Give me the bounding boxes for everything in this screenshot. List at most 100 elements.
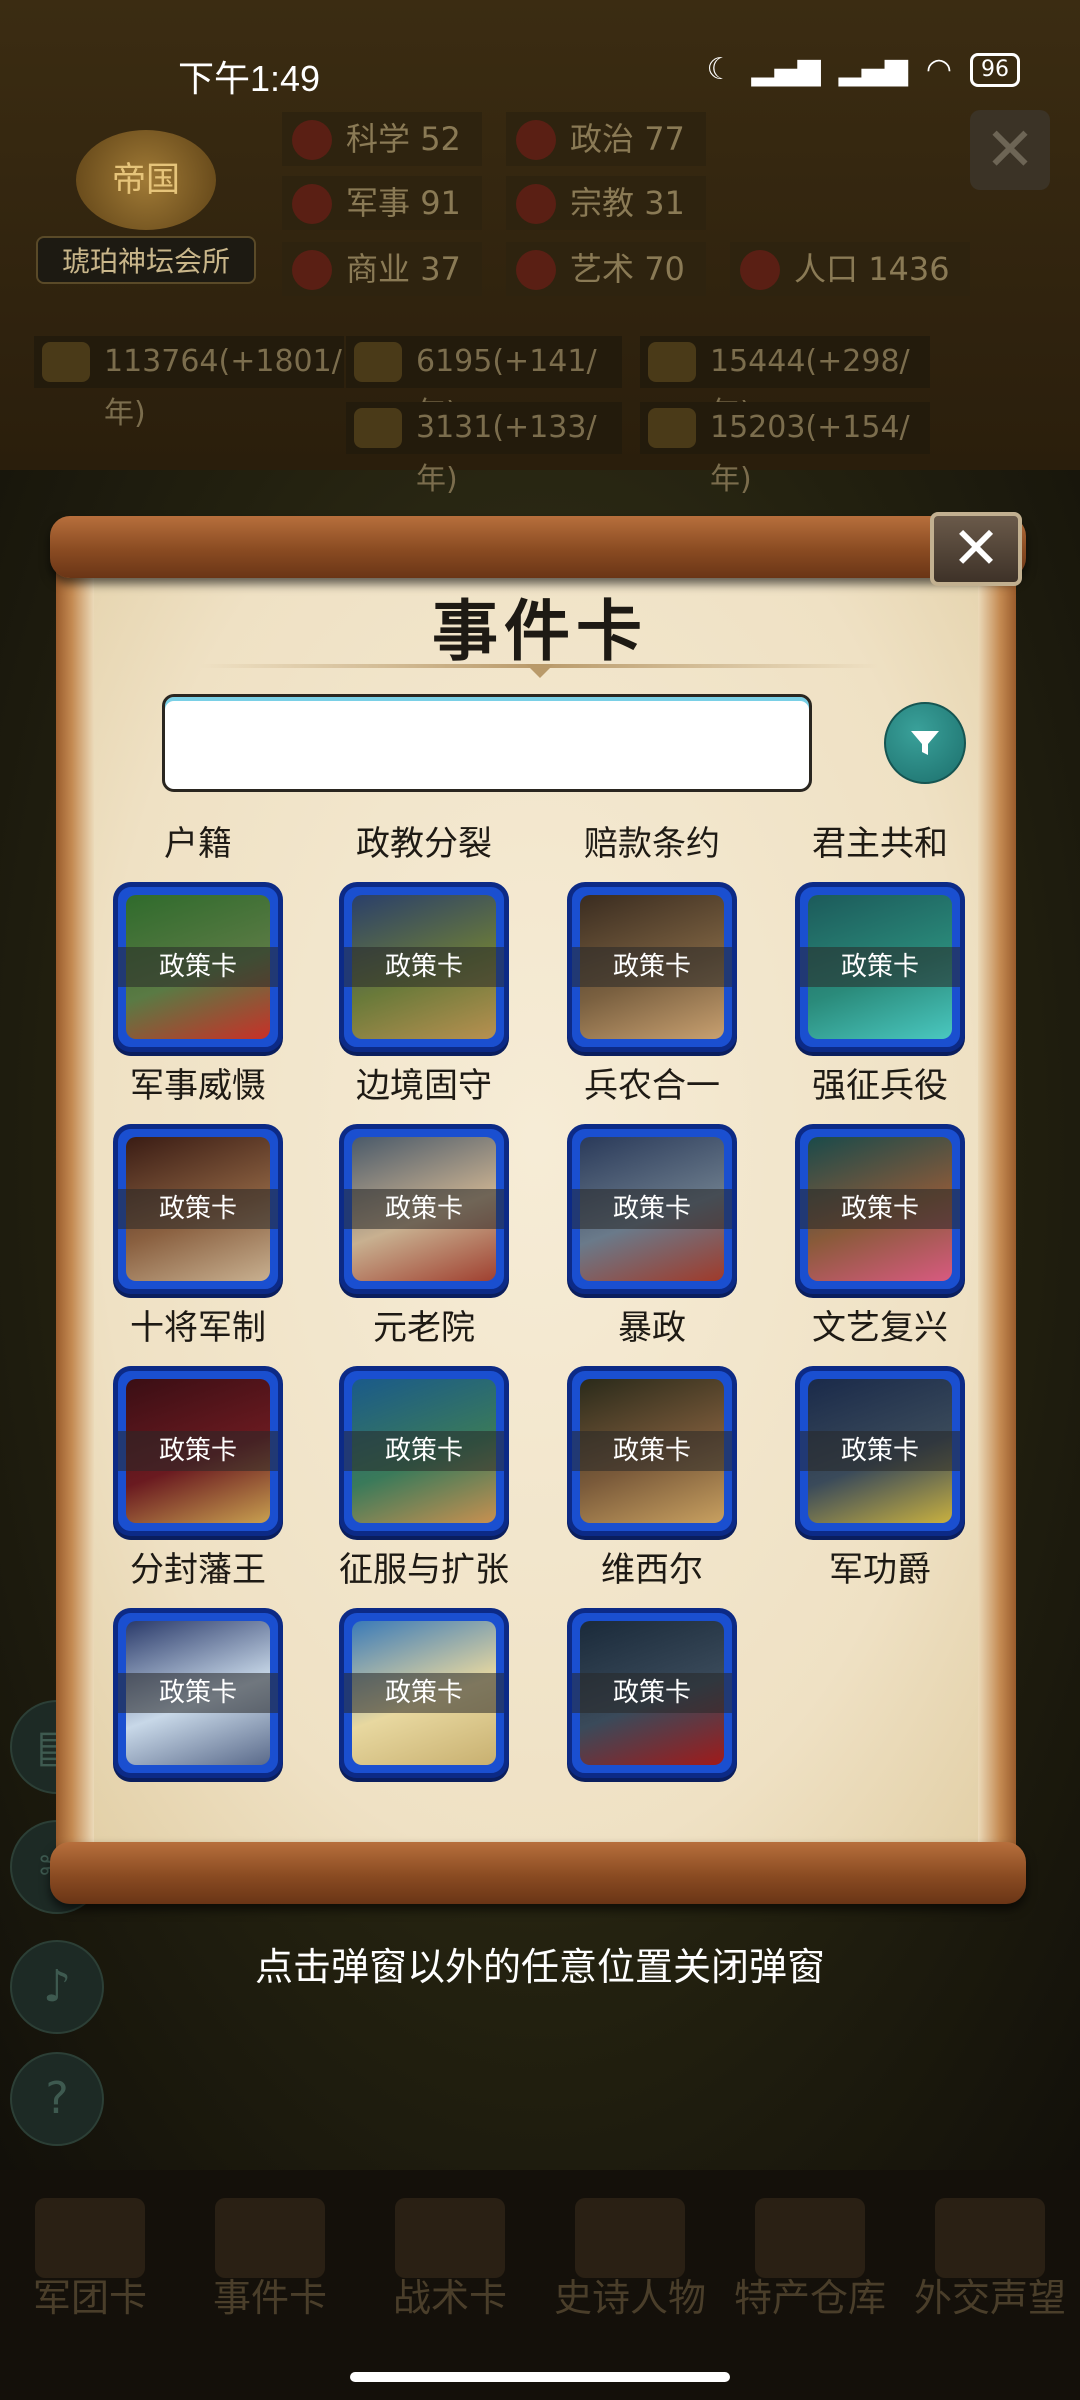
stat-population: 人口 1436 (730, 242, 970, 296)
policy-card[interactable]: 政策卡 (113, 1366, 283, 1536)
nav-label: 特产仓库 (733, 2276, 886, 2320)
nav-tactic-cards[interactable]: 战术卡 (360, 2190, 540, 2330)
card-label: 边境固守 (356, 1066, 492, 1106)
stat-religion: 宗教 31 (506, 176, 706, 230)
empire-badge[interactable]: 帝国 琥珀神坛会所 (36, 130, 256, 284)
military-icon (292, 184, 332, 224)
nav-label: 外交声望 (913, 2276, 1066, 2320)
religion-icon (516, 184, 556, 224)
card-tag: 政策卡 (800, 1189, 960, 1229)
art-icon (516, 250, 556, 290)
column-label: 政教分裂 (356, 824, 492, 864)
crossed-swords-icon (395, 2198, 505, 2278)
card-tag: 政策卡 (118, 1431, 278, 1471)
stat-value: 91 (420, 184, 461, 222)
chest-icon (755, 2198, 865, 2278)
background-close-button[interactable]: ✕ (970, 110, 1050, 190)
policy-card[interactable]: 政策卡 (567, 1124, 737, 1294)
help-icon: ? (45, 2073, 69, 2124)
scroll-icon (215, 2198, 325, 2278)
wifi-icon: ◠ (925, 52, 952, 87)
policy-card[interactable]: 政策卡 (567, 1366, 737, 1536)
card-tag: 政策卡 (572, 947, 732, 987)
stat-science: 科学 52 (282, 112, 482, 166)
card-tag: 政策卡 (572, 1189, 732, 1229)
policy-card[interactable]: 政策卡 (113, 1608, 283, 1778)
nav-label: 事件卡 (212, 2276, 327, 2320)
moon-icon: ☾ (706, 52, 734, 87)
stat-politics: 政治 77 (506, 112, 706, 166)
stat-art: 艺术 70 (506, 242, 706, 296)
nav-specialty-warehouse[interactable]: 特产仓库 (720, 2190, 900, 2330)
modal-close-button[interactable]: ✕ (930, 512, 1022, 586)
stat-label: 军事 (346, 184, 411, 222)
policy-card[interactable]: 政策卡 (567, 882, 737, 1052)
wood-icon (354, 342, 402, 382)
card-label: 兵农合一 (584, 1066, 720, 1106)
stat-label: 政治 (570, 120, 635, 158)
card-label: 分封藩王 (130, 1550, 266, 1590)
card-tag: 政策卡 (344, 1189, 504, 1229)
card-tag: 政策卡 (800, 947, 960, 987)
crown-icon (575, 2198, 685, 2278)
policy-card[interactable]: 政策卡 (113, 1124, 283, 1294)
modal-title: 事件卡 (432, 593, 648, 670)
policy-card[interactable]: 政策卡 (339, 1366, 509, 1536)
policy-card[interactable]: 政策卡 (795, 1366, 965, 1536)
scroll-rod-top (50, 516, 1026, 578)
column-label: 赔款条约 (584, 824, 720, 864)
helmet-icon (35, 2198, 145, 2278)
resource-stone: 3131(+133/年) (346, 402, 622, 497)
nav-legion-cards[interactable]: 军团卡 (0, 2190, 180, 2330)
population-icon (740, 250, 780, 290)
resource-meat: 15203(+154/年) (640, 402, 930, 497)
stat-value: 52 (420, 120, 461, 158)
card-label: 强征兵役 (812, 1066, 948, 1106)
card-tag: 政策卡 (118, 1673, 278, 1713)
card-label: 十将军制 (130, 1308, 266, 1348)
stat-label: 商业 (346, 250, 411, 288)
iron-icon (648, 342, 696, 382)
stone-icon (354, 408, 402, 448)
policy-card[interactable]: 政策卡 (795, 1124, 965, 1294)
stat-label: 艺术 (570, 250, 635, 288)
stat-label: 宗教 (570, 184, 635, 222)
stat-value: 70 (644, 250, 685, 288)
card-label: 维西尔 (601, 1550, 703, 1590)
card-tag: 政策卡 (344, 947, 504, 987)
side-help-button[interactable]: ? (10, 2052, 104, 2146)
status-icons: ☾ ▂▄▆ ▂▄▆ ◠ 96 (706, 52, 1020, 87)
card-tag: 政策卡 (344, 1431, 504, 1471)
home-indicator[interactable] (350, 2372, 730, 2382)
card-tag: 政策卡 (572, 1673, 732, 1713)
bottom-nav: 军团卡 事件卡 战术卡 史诗人物 特产仓库 外交声望 (0, 2190, 1080, 2330)
signal-icon: ▂▄▆ (751, 52, 821, 87)
column-label: 户籍 (164, 824, 232, 864)
nav-diplomatic-prestige[interactable]: 外交声望 (900, 2190, 1080, 2330)
policy-card[interactable]: 政策卡 (795, 882, 965, 1052)
card-label: 军功爵 (829, 1550, 931, 1590)
resource-wood: 6195(+141/年) (346, 336, 622, 431)
policy-card[interactable]: 政策卡 (339, 882, 509, 1052)
politics-icon (516, 120, 556, 160)
empire-name: 琥珀神坛会所 (36, 236, 256, 284)
battery-icon: 96 (970, 52, 1020, 87)
empire-emblem-icon: 帝国 (76, 130, 216, 230)
column-label: 君主共和 (812, 824, 948, 864)
science-icon (292, 120, 332, 160)
signal-icon-2: ▂▄▆ (838, 52, 908, 87)
policy-card[interactable]: 政策卡 (339, 1124, 509, 1294)
card-label: 文艺复兴 (812, 1308, 948, 1348)
filter-button[interactable] (884, 702, 966, 784)
stat-commerce: 商业 37 (282, 242, 482, 296)
policy-card[interactable]: 政策卡 (567, 1608, 737, 1778)
policy-card[interactable]: 政策卡 (339, 1608, 509, 1778)
nav-epic-figures[interactable]: 史诗人物 (540, 2190, 720, 2330)
policy-card[interactable]: 政策卡 (113, 882, 283, 1052)
nav-event-cards[interactable]: 事件卡 (180, 2190, 360, 2330)
search-input[interactable] (162, 694, 812, 792)
filter-icon (911, 731, 939, 755)
close-hint: 点击弹窗以外的任意位置关闭弹窗 (254, 1945, 825, 1989)
stat-value: 1436 (868, 250, 950, 288)
status-time: 下午1:49 (178, 58, 321, 99)
